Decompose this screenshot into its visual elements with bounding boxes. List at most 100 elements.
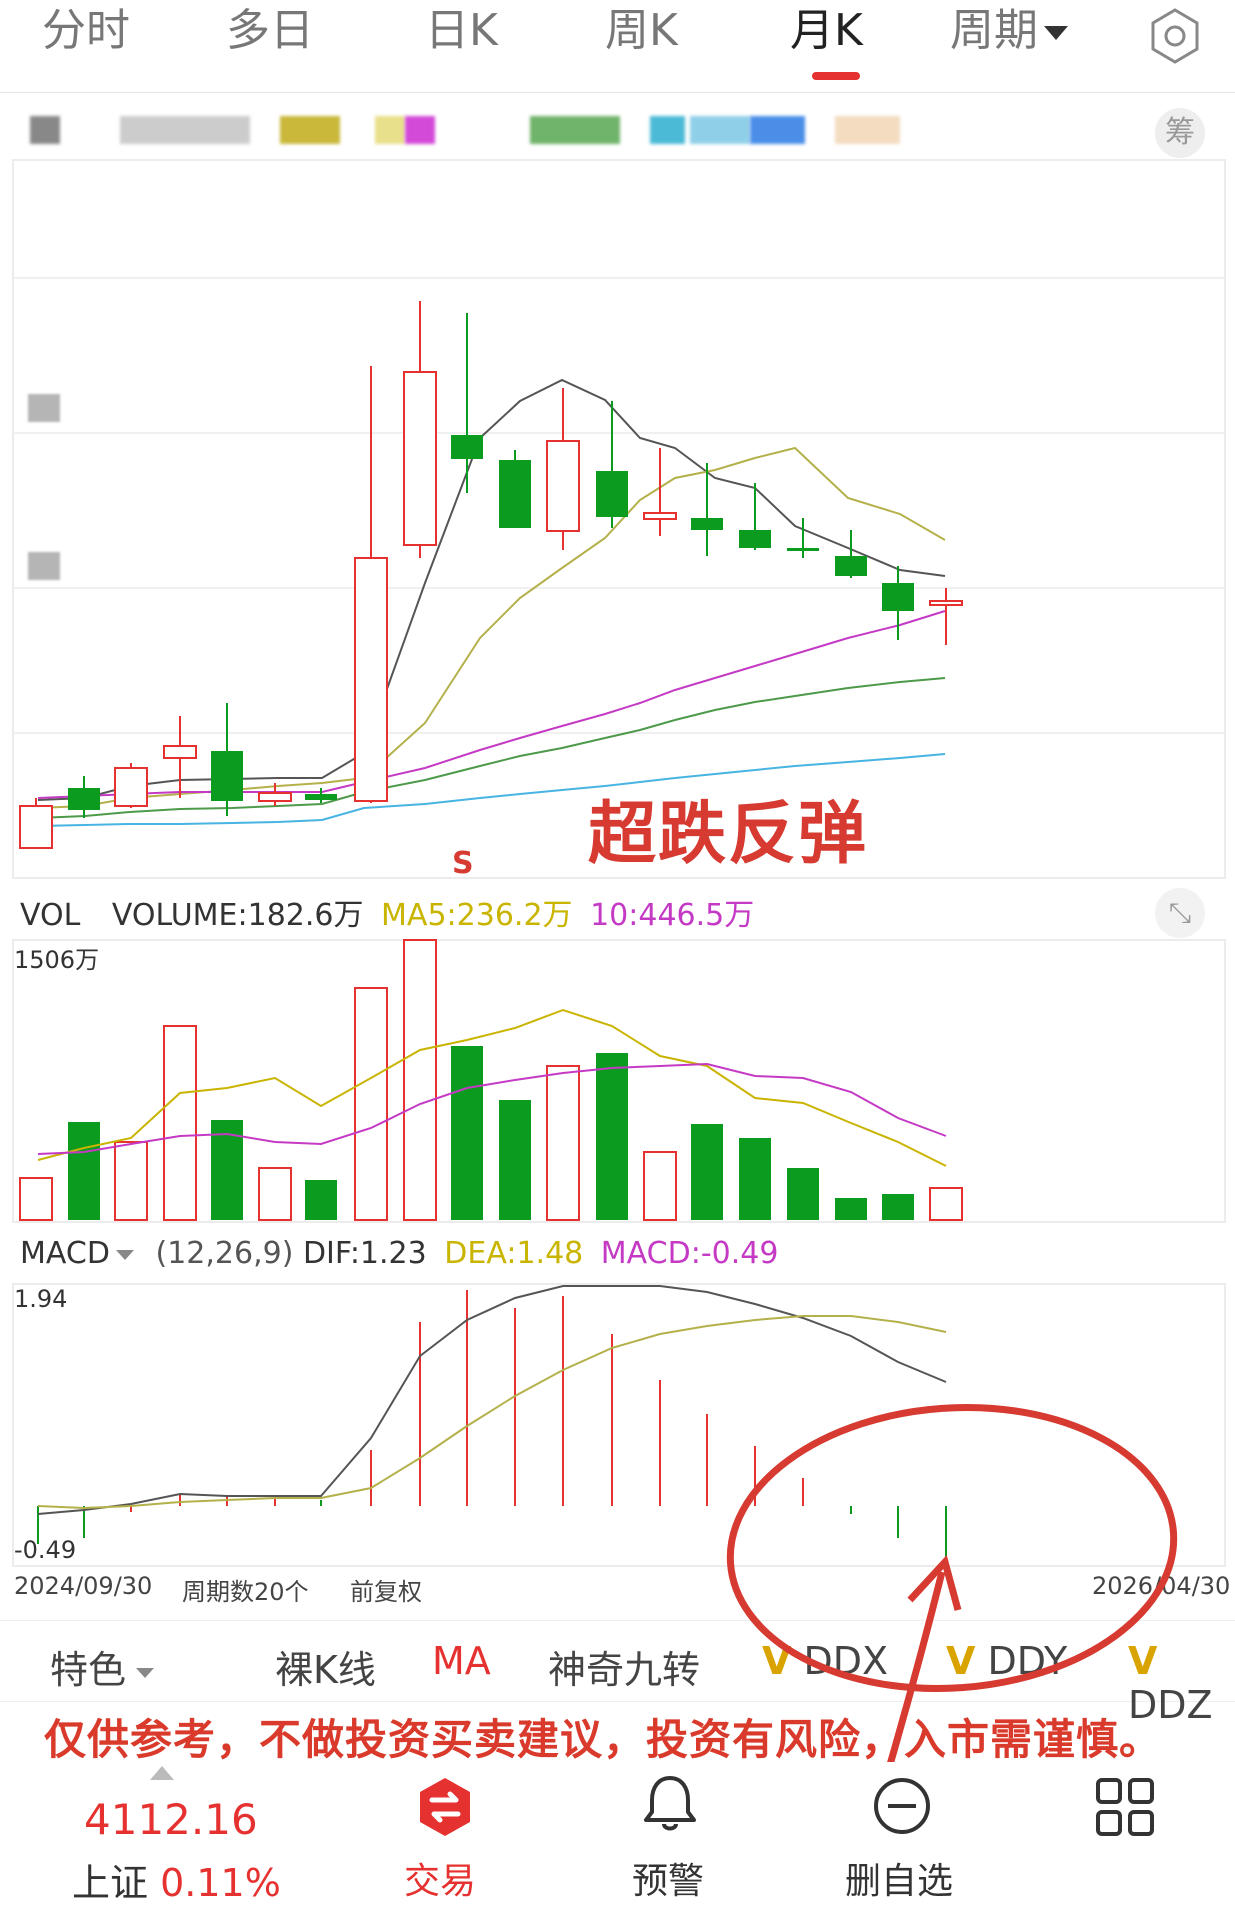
- candle: [114, 767, 148, 807]
- volume-indicator-select[interactable]: VOL: [20, 898, 80, 933]
- nav-alert-label[interactable]: 预警: [632, 1852, 704, 1904]
- v-badge-icon: V: [1128, 1639, 1158, 1683]
- candle: [403, 371, 437, 546]
- ma-legend-chip: [405, 116, 435, 144]
- ma-legend-chip: [835, 116, 900, 144]
- pointer-arrowhead: [907, 1554, 962, 1611]
- candle: [19, 805, 53, 849]
- ma-legend-chip: [375, 116, 405, 144]
- tab-period-dropdown[interactable]: 周期: [950, 0, 1068, 70]
- ma5-line: [37, 378, 946, 801]
- candle: [546, 440, 580, 532]
- caret-down-icon: [1044, 26, 1068, 40]
- ma-legend-chip: [120, 116, 250, 144]
- remove-watchlist-icon[interactable]: [870, 1774, 934, 1838]
- annotation-rebound: 超跌反弹: [588, 795, 869, 874]
- feature-dropdown[interactable]: 特色: [50, 1639, 155, 1694]
- volume-bar: [739, 1138, 771, 1220]
- feature-label: 特色: [50, 1648, 127, 1692]
- volume-bar: [19, 1177, 53, 1221]
- v-badge-icon: V: [946, 1639, 976, 1683]
- ma20-line: [37, 610, 946, 799]
- index-change-pct: 0.11%: [160, 1861, 281, 1905]
- ma-legend-chip: [650, 116, 685, 144]
- grid-menu-icon[interactable]: [1096, 1778, 1154, 1836]
- macd-indicator-select[interactable]: MACD: [20, 1236, 134, 1271]
- candle: [163, 745, 197, 759]
- index-name: 上证: [72, 1861, 149, 1905]
- volume-bar: [787, 1168, 819, 1220]
- tab-period-label: 周期: [950, 5, 1038, 56]
- volume-bar: [499, 1100, 531, 1220]
- candle: [211, 751, 243, 801]
- blurred-price-label: [28, 394, 60, 422]
- volume-chart: [12, 939, 1226, 1223]
- bell-icon[interactable]: [640, 1772, 700, 1836]
- expand-icon[interactable]: ⤡: [1155, 888, 1205, 938]
- candles: [19, 301, 963, 849]
- volume-bar: [354, 987, 388, 1221]
- volume-bar: [403, 939, 437, 1221]
- tab-weekly-k[interactable]: 周K: [605, 0, 678, 70]
- volume-header: VOL VOLUME:182.6万 MA5:236.2万 10:446.5万: [20, 890, 754, 934]
- toolbar-ma[interactable]: MA: [432, 1639, 491, 1683]
- candle: [929, 600, 963, 606]
- tab-multi-day[interactable]: 多日: [226, 0, 314, 70]
- volume-bar: [691, 1124, 723, 1220]
- toolbar-magic-nine[interactable]: 神奇九转: [548, 1639, 700, 1694]
- macd-dea-line: [37, 1315, 947, 1510]
- volume-bar: [305, 1180, 337, 1220]
- index-value[interactable]: 4112.16: [84, 1795, 258, 1844]
- volume-bar: [68, 1122, 100, 1220]
- ma-legend-row: 筹: [0, 100, 1235, 160]
- candle: [354, 557, 388, 802]
- ma-legend-chip: [280, 116, 340, 144]
- candle: [835, 556, 867, 576]
- macd-dea: DEA:1.48: [444, 1236, 584, 1271]
- chip-distribution-button[interactable]: 筹: [1155, 108, 1205, 158]
- toolbar-ddy[interactable]: V DDY: [946, 1639, 1067, 1683]
- disclaimer-text: 仅供参考，不做投资买卖建议，投资有风险，入市需谨慎。: [44, 1715, 1163, 1764]
- volume-value: VOLUME:182.6万: [111, 898, 364, 933]
- macd-indicator-label: MACD: [20, 1236, 110, 1271]
- candle: [451, 435, 483, 459]
- tab-monthly-k[interactable]: 月K: [790, 0, 863, 70]
- caret-down-icon: [115, 1249, 134, 1260]
- candle: [596, 471, 628, 517]
- ma-legend-chip: [30, 116, 60, 144]
- ma-legend-chip: [750, 116, 805, 144]
- volume-bar: [596, 1053, 628, 1220]
- volume-bar: [258, 1167, 292, 1221]
- axis-period-count: 周期数20个: [182, 1578, 309, 1606]
- period-tabs: 分时 多日 日K 周K 月K 周期: [0, 0, 1235, 93]
- macd-histogram: [37, 1290, 947, 1566]
- axis-adjust-mode[interactable]: 前复权: [350, 1572, 422, 1607]
- volume-bar: [835, 1198, 867, 1220]
- candle: [305, 794, 337, 800]
- index-summary[interactable]: 上证 0.11%: [72, 1852, 281, 1907]
- toolbar-naked-k[interactable]: 裸K线: [275, 1639, 376, 1694]
- toolbar-ddx[interactable]: V DDX: [762, 1639, 888, 1683]
- volume-bar: [882, 1194, 914, 1220]
- volume-bar: [546, 1065, 580, 1221]
- tab-intraday[interactable]: 分时: [42, 0, 130, 70]
- trade-icon: [420, 1778, 470, 1836]
- macd-header: MACD (12,26,9) DIF:1.23 DEA:1.48 MACD:-0…: [20, 1236, 778, 1271]
- volume-ma5: MA5:236.2万: [381, 898, 573, 933]
- macd-value: MACD:-0.49: [600, 1236, 779, 1271]
- indicator-toolbar: 特色 裸K线 MA 神奇九转 V DDX V DDY V DDZ: [0, 1620, 1235, 1727]
- nav-trade-label: 交易: [404, 1861, 477, 1902]
- blurred-price-label: [28, 552, 60, 580]
- caret-down-icon: [136, 1667, 155, 1678]
- candle: [643, 512, 677, 520]
- toolbar-ddx-label: DDX: [803, 1639, 889, 1683]
- candle: [739, 530, 771, 548]
- settings-icon[interactable]: [1145, 6, 1205, 66]
- axis-start-date: 2024/09/30: [14, 1572, 153, 1600]
- expand-up-icon[interactable]: [150, 1766, 174, 1780]
- candle: [882, 583, 914, 611]
- nav-remove-watch-label[interactable]: 删自选: [845, 1852, 953, 1904]
- tab-daily-k[interactable]: 日K: [425, 0, 498, 70]
- macd-params: (12,26,9): [155, 1236, 294, 1271]
- volume-ma10: 10:446.5万: [590, 898, 755, 933]
